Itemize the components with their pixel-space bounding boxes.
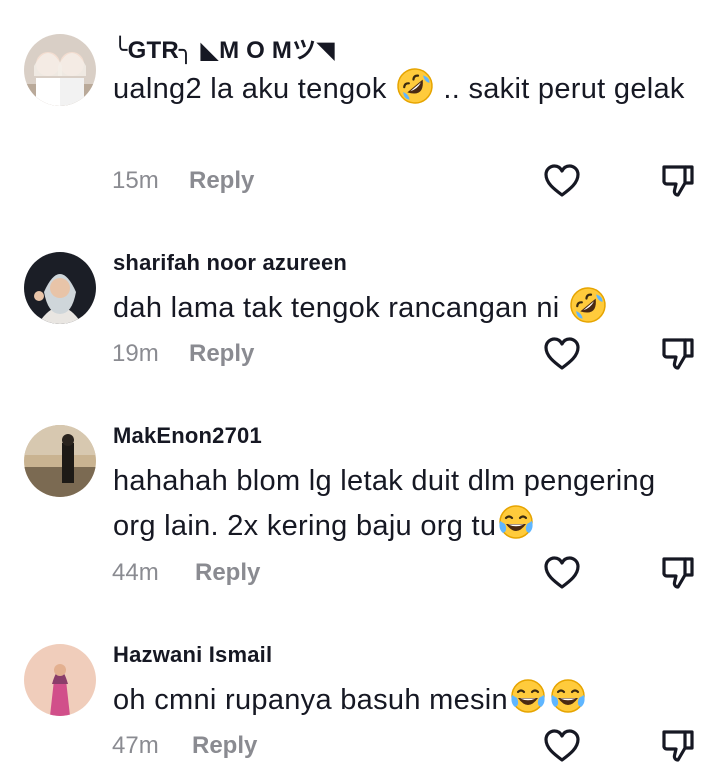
reply-button[interactable]: Reply: [189, 340, 254, 368]
avatar[interactable]: [24, 425, 96, 497]
username[interactable]: sharifah noor azureen: [113, 250, 347, 276]
comment-time: 19m: [112, 340, 159, 367]
dislike-button[interactable]: [658, 553, 698, 593]
comment-time: 47m: [112, 732, 159, 759]
face-with-tears-of-joy-icon: [549, 678, 587, 716]
comment-text-part: hahahah blom lg letak duit dlm pengering…: [113, 465, 656, 542]
username[interactable]: MakEnon2701: [113, 423, 262, 449]
dislike-button[interactable]: [658, 334, 698, 374]
heart-outline-icon: [542, 334, 582, 374]
reply-button[interactable]: Reply: [192, 732, 257, 760]
like-button[interactable]: [542, 726, 582, 766]
comment-text: hahahah blom lg letak duit dlm pengering…: [113, 459, 703, 549]
rolling-on-floor-laughing-icon: [569, 286, 607, 324]
comment-time: 44m: [112, 559, 159, 586]
face-with-tears-of-joy-icon: [497, 504, 535, 542]
comment-text: dah lama tak tengok rancangan ni: [113, 286, 703, 331]
thumbs-down-outline-icon: [658, 161, 698, 201]
reply-button[interactable]: Reply: [189, 167, 254, 195]
comment-text: ualng2 la aku tengok .. sakit perut gela…: [113, 67, 703, 112]
thumbs-down-outline-icon: [658, 553, 698, 593]
face-with-tears-of-joy-icon: [509, 678, 547, 716]
like-button[interactable]: [542, 553, 582, 593]
avatar[interactable]: [24, 644, 96, 716]
dislike-button[interactable]: [658, 161, 698, 201]
avatar[interactable]: [24, 34, 96, 106]
comment-text: oh cmni rupanya basuh mesin: [113, 678, 703, 723]
heart-outline-icon: [542, 726, 582, 766]
username[interactable]: Hazwani Ismail: [113, 642, 272, 668]
thumbs-down-outline-icon: [658, 334, 698, 374]
like-button[interactable]: [542, 161, 582, 201]
heart-outline-icon: [542, 161, 582, 201]
comment-time: 15m: [112, 167, 159, 194]
comment-text-part: .. sakit perut gelak: [443, 73, 685, 105]
thumbs-down-outline-icon: [658, 726, 698, 766]
comment-text-part: oh cmni rupanya basuh mesin: [113, 684, 508, 716]
avatar[interactable]: [24, 252, 96, 324]
dislike-button[interactable]: [658, 726, 698, 766]
reply-button[interactable]: Reply: [195, 559, 260, 587]
heart-outline-icon: [542, 553, 582, 593]
comment-text-part: ualng2 la aku tengok: [113, 73, 387, 105]
rolling-on-floor-laughing-icon: [396, 67, 434, 105]
like-button[interactable]: [542, 334, 582, 374]
username[interactable]: ╰GTR╮ ◣M O Mツ◥: [113, 30, 335, 65]
comment-text-part: dah lama tak tengok rancangan ni: [113, 292, 560, 324]
